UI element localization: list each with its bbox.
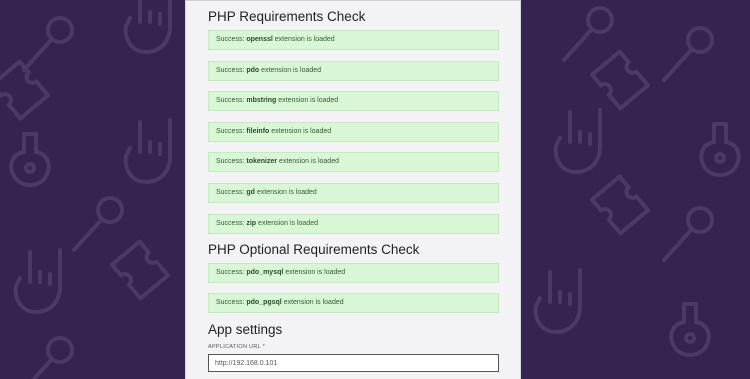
alert-prefix: Success: [216, 67, 245, 74]
alert-suffix: extension is loaded [256, 189, 317, 196]
requirement-alert-openssl: Success: openssl extension is loaded [208, 30, 499, 50]
ticket-icon [590, 49, 650, 111]
rock-hand-icon [123, 0, 172, 54]
extension-name: zip [246, 220, 257, 227]
microphone-icon [22, 336, 74, 379]
requirement-alert-pdo: Success: pdo extension is loaded [208, 61, 499, 81]
microphone-icon [72, 196, 124, 252]
alert-prefix: Success: [216, 269, 245, 276]
extension-name: pdo_mysql [246, 269, 284, 276]
app-settings-title: App settings [208, 322, 283, 337]
alert-suffix: extension is loaded [283, 299, 344, 306]
application-url-label-text: APPLICATION URL [208, 344, 261, 350]
alert-prefix: Success: [216, 189, 245, 196]
requirement-alert-zip: Success: zip extension is loaded [208, 214, 499, 234]
alert-prefix: Success: [216, 220, 245, 227]
alert-suffix: extension is loaded [271, 128, 332, 135]
alert-suffix: extension is loaded [285, 269, 346, 276]
optional-requirements-title: PHP Optional Requirements Check [208, 242, 420, 257]
requirement-alert-tokenizer: Success: tokenizer extension is loaded [208, 152, 499, 172]
guitar-icon [9, 132, 51, 187]
guitar-icon [699, 122, 741, 177]
alert-prefix: Success: [216, 97, 245, 104]
required-mark: * [262, 344, 266, 350]
alert-prefix: Success: [216, 299, 245, 306]
optional-alert-pdo-pgsql: Success: pdo_pgsql extension is loaded [208, 293, 499, 313]
guitar-icon [669, 302, 711, 357]
rock-hand-icon [13, 248, 62, 314]
alert-suffix: extension is loaded [261, 67, 322, 74]
alert-suffix: extension is loaded [278, 97, 339, 104]
optional-alert-pdo-mysql: Success: pdo_mysql extension is loaded [208, 263, 499, 283]
rock-hand-icon [533, 268, 582, 334]
extension-name: pdo_pgsql [246, 299, 282, 306]
rock-hand-icon [553, 108, 602, 174]
extension-name: tokenizer [246, 158, 278, 165]
alert-suffix: extension is loaded [258, 220, 318, 227]
application-url-input[interactable] [208, 354, 499, 372]
ticket-icon [110, 239, 170, 301]
alert-prefix: Success: [216, 36, 245, 43]
installer-panel: PHP Requirements Check Success: openssl … [185, 0, 521, 379]
extension-name: mbstring [246, 97, 277, 104]
ticket-icon [590, 174, 650, 236]
requirement-alert-fileinfo: Success: fileinfo extension is loaded [208, 122, 499, 142]
microphone-icon [662, 206, 714, 262]
rock-hand-icon [123, 118, 172, 184]
extension-name: gd [246, 189, 255, 196]
requirement-alert-gd: Success: gd extension is loaded [208, 183, 499, 203]
extension-name: pdo [246, 67, 260, 74]
alert-prefix: Success: [216, 158, 245, 165]
microphone-icon [662, 26, 714, 82]
requirements-title: PHP Requirements Check [208, 9, 366, 24]
extension-name: openssl [246, 36, 273, 43]
alert-prefix: Success: [216, 128, 245, 135]
requirement-alert-mbstring: Success: mbstring extension is loaded [208, 91, 499, 111]
microphone-icon [562, 6, 614, 62]
microphone-icon [22, 16, 74, 72]
extension-name: fileinfo [246, 128, 270, 135]
alert-suffix: extension is loaded [279, 158, 339, 165]
alert-suffix: extension is loaded [274, 36, 335, 43]
application-url-label: APPLICATION URL * [208, 344, 265, 350]
